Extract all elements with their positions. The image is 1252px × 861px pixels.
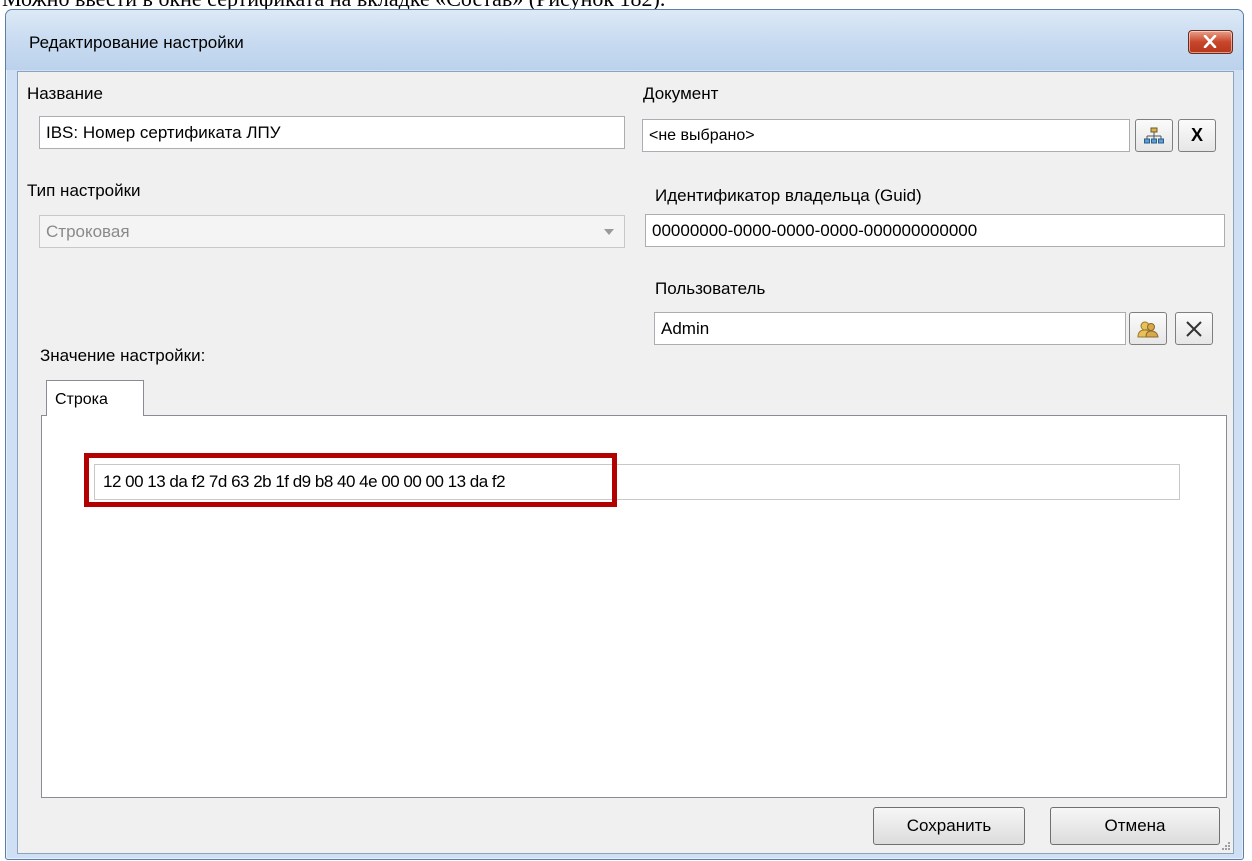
- document-label: Документ: [643, 84, 719, 103]
- type-label: Тип настройки: [27, 181, 141, 200]
- close-icon: [1203, 35, 1217, 48]
- resize-grip-icon[interactable]: [1220, 840, 1230, 850]
- user-select-button[interactable]: [1129, 312, 1167, 345]
- users-icon: [1137, 321, 1159, 337]
- tab-string[interactable]: Строка: [46, 380, 144, 416]
- tab-string-label: Строка: [55, 391, 108, 408]
- type-select[interactable]: Строковая: [39, 215, 625, 248]
- value-tab-panel: 12 00 13 da f2 7d 63 2b 1f d9 b8 40 4e 0…: [41, 415, 1227, 798]
- user-label: Пользователь: [655, 279, 766, 298]
- dialog-title: Редактирование настройки: [29, 33, 244, 52]
- document-background-text: Можно ввести в окне сертификата на вклад…: [0, 0, 1252, 9]
- document-clear-label: X: [1190, 125, 1203, 145]
- document-input[interactable]: <не выбрано>: [642, 119, 1130, 152]
- name-input[interactable]: IBS: Номер сертификата ЛПУ: [39, 116, 625, 149]
- guid-label: Идентификатор владельца (Guid): [655, 186, 922, 205]
- settings-dialog: Редактирование настройки Название IBS: Н…: [5, 9, 1244, 860]
- guid-input[interactable]: 00000000-0000-0000-0000-000000000000: [645, 214, 1225, 247]
- document-clear-button[interactable]: X: [1178, 119, 1216, 152]
- dialog-body: Название IBS: Номер сертификата ЛПУ Доку…: [17, 71, 1234, 854]
- value-input[interactable]: 12 00 13 da f2 7d 63 2b 1f d9 b8 40 4e 0…: [94, 464, 1180, 500]
- title-bar: Редактирование настройки: [6, 10, 1243, 70]
- close-icon: [1186, 320, 1202, 337]
- save-button[interactable]: Сохранить: [873, 807, 1025, 845]
- cancel-button[interactable]: Отмена: [1050, 807, 1220, 845]
- document-select-button[interactable]: [1135, 119, 1173, 152]
- type-select-value: Строковая: [46, 222, 130, 241]
- user-clear-button[interactable]: [1175, 312, 1213, 345]
- name-label: Название: [27, 84, 103, 103]
- chevron-down-icon: [604, 229, 614, 235]
- user-input[interactable]: Admin: [654, 312, 1126, 345]
- value-label: Значение настройки:: [40, 346, 206, 365]
- hierarchy-icon: [1144, 127, 1164, 143]
- window-close-button[interactable]: [1188, 30, 1233, 54]
